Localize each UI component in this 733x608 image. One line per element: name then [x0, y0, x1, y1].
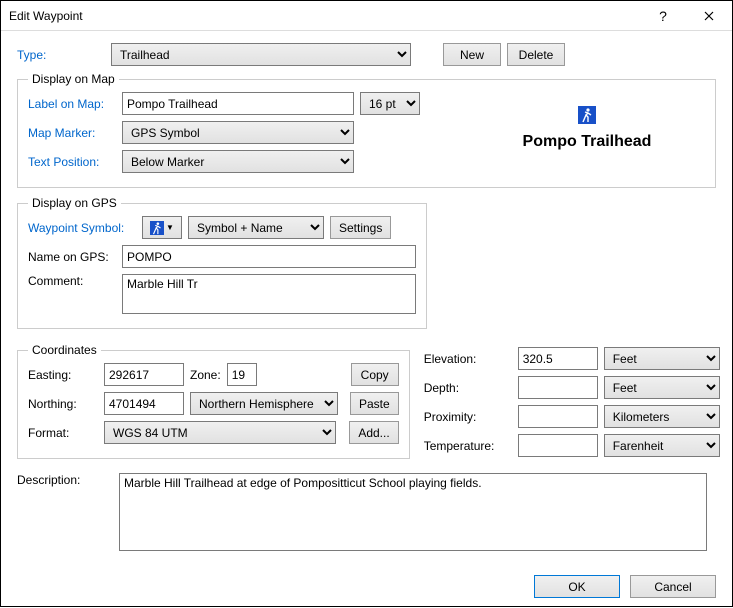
close-button[interactable] — [686, 1, 732, 31]
label-on-map-label: Label on Map: — [28, 97, 116, 111]
coordinates-legend: Coordinates — [28, 343, 101, 357]
settings-button[interactable]: Settings — [330, 216, 391, 239]
new-button[interactable]: New — [443, 43, 501, 66]
northing-input[interactable] — [104, 392, 184, 415]
display-on-map-legend: Display on Map — [28, 72, 119, 86]
proximity-unit-select[interactable]: Kilometers — [604, 405, 720, 428]
display-on-gps-group: Display on GPS Waypoint Symbol: ▼ Symbol… — [17, 196, 427, 329]
format-label: Format: — [28, 426, 98, 440]
text-position-label: Text Position: — [28, 155, 116, 169]
easting-input[interactable] — [104, 363, 184, 386]
text-position-select[interactable]: Below Marker — [122, 150, 354, 173]
easting-label: Easting: — [28, 368, 98, 382]
cancel-button[interactable]: Cancel — [630, 575, 716, 598]
map-marker-select[interactable]: GPS Symbol — [122, 121, 354, 144]
proximity-label: Proximity: — [424, 410, 512, 424]
titlebar: Edit Waypoint ? — [1, 1, 732, 31]
comment-label: Comment: — [28, 274, 116, 288]
northing-label: Northing: — [28, 397, 98, 411]
description-label: Description: — [17, 473, 113, 487]
depth-input[interactable] — [518, 376, 598, 399]
help-button[interactable]: ? — [640, 1, 686, 31]
map-marker-label: Map Marker: — [28, 126, 116, 140]
zone-input[interactable] — [227, 363, 257, 386]
copy-button[interactable]: Copy — [351, 363, 399, 386]
proximity-input[interactable] — [518, 405, 598, 428]
coordinates-group: Coordinates Easting: Zone: Copy Northing… — [17, 343, 410, 459]
depth-unit-select[interactable]: Feet — [604, 376, 720, 399]
name-on-gps-label: Name on GPS: — [28, 250, 116, 264]
zone-label: Zone: — [190, 368, 221, 382]
preview-name: Pompo Trailhead — [472, 133, 702, 151]
waypoint-symbol-label: Waypoint Symbol: — [28, 221, 136, 235]
paste-button[interactable]: Paste — [350, 392, 399, 415]
window-title: Edit Waypoint — [9, 9, 640, 23]
temperature-unit-select[interactable]: Farenheit — [604, 434, 720, 457]
comment-input[interactable]: Marble Hill Tr — [122, 274, 416, 314]
elevation-label: Elevation: — [424, 352, 512, 366]
close-icon — [704, 11, 714, 21]
elevation-unit-select[interactable]: Feet — [604, 347, 720, 370]
font-size-select[interactable]: 16 pt — [360, 92, 420, 115]
delete-button[interactable]: Delete — [507, 43, 565, 66]
temperature-label: Temperature: — [424, 439, 512, 453]
label-on-map-input[interactable] — [122, 92, 354, 115]
type-label: Type: — [17, 48, 105, 62]
description-input[interactable]: Marble Hill Trailhead at edge of Pomposi… — [119, 473, 707, 551]
hemisphere-select[interactable]: Northern Hemisphere — [190, 392, 338, 415]
format-select[interactable]: WGS 84 UTM — [104, 421, 336, 444]
type-select[interactable]: Trailhead — [111, 43, 411, 66]
name-on-gps-input[interactable] — [122, 245, 416, 268]
elevation-input[interactable] — [518, 347, 598, 370]
map-preview: Pompo Trailhead — [472, 106, 702, 151]
hiker-icon — [150, 221, 164, 235]
temperature-input[interactable] — [518, 434, 598, 457]
depth-label: Depth: — [424, 381, 512, 395]
chevron-down-icon: ▼ — [166, 223, 174, 232]
add-button[interactable]: Add... — [349, 421, 398, 444]
waypoint-symbol-button[interactable]: ▼ — [142, 216, 182, 239]
hiker-icon — [578, 106, 596, 124]
symbol-mode-select[interactable]: Symbol + Name — [188, 216, 324, 239]
display-on-gps-legend: Display on GPS — [28, 196, 121, 210]
ok-button[interactable]: OK — [534, 575, 620, 598]
